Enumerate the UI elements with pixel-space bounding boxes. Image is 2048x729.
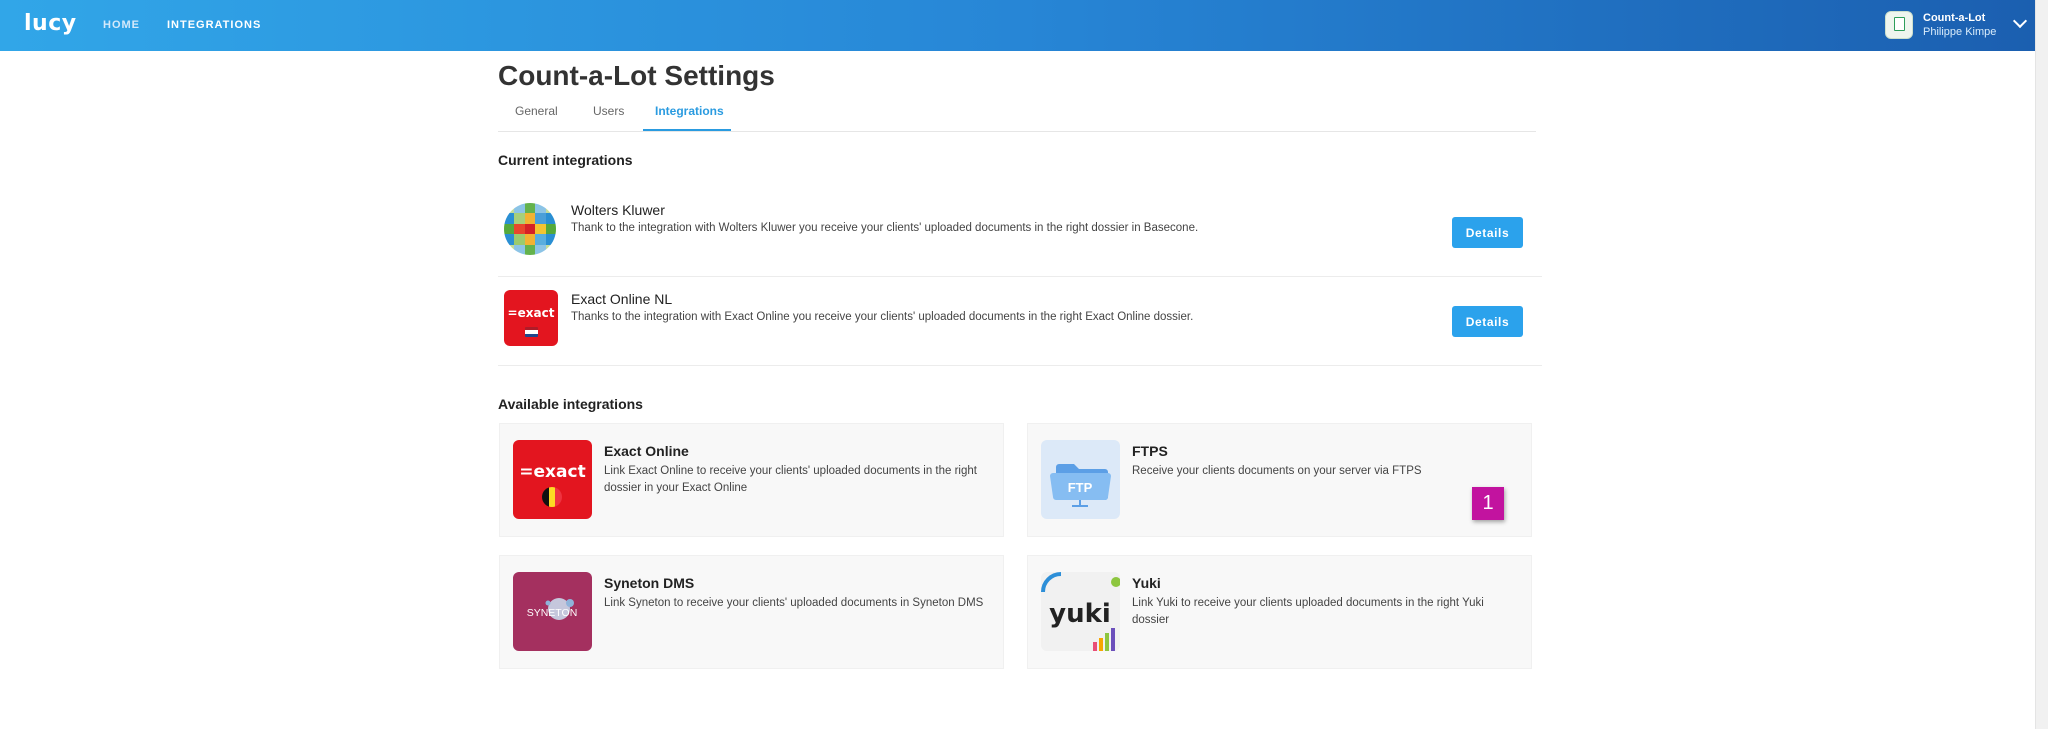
account-menu[interactable]: Count-a-Lot Philippe Kimpe xyxy=(1885,11,2028,41)
settings-tabs: General Users Integrations xyxy=(498,96,1536,132)
yuki-logo: yuki xyxy=(1041,572,1120,651)
chevron-down-icon[interactable] xyxy=(2012,13,2028,29)
card-description: Receive your clients documents on your s… xyxy=(1132,465,1422,477)
svg-text:yuki: yuki xyxy=(1049,599,1111,629)
wolters-kluwer-logo xyxy=(504,201,558,257)
integration-card-syneton-dms[interactable]: SYNETON Syneton DMS Link Syneton to rece… xyxy=(499,555,1004,669)
exact-online-be-logo: =exact xyxy=(513,440,592,519)
integration-card-yuki[interactable]: yuki Yuki Link Yuki to receive your clie… xyxy=(1027,555,1532,669)
card-description: Link Syneton to receive your clients' up… xyxy=(604,597,984,609)
account-company-name: Count-a-Lot xyxy=(1923,12,1986,24)
tab-users[interactable]: Users xyxy=(593,104,624,118)
account-avatar xyxy=(1885,11,1913,39)
card-description: Link Exact Online to receive your client… xyxy=(604,465,977,494)
exact-online-nl-logo: =exact xyxy=(504,290,558,346)
annotation-badge: 1 xyxy=(1472,487,1504,520)
integration-name: Exact Online NL xyxy=(571,291,673,307)
belgium-flag-icon xyxy=(542,487,562,507)
integration-row-wolters-kluwer: Wolters Kluwer Thank to the integration … xyxy=(498,189,1542,277)
integration-row-exact-online-nl: =exact Exact Online NL Thanks to the int… xyxy=(498,278,1542,366)
svg-text:FTP: FTP xyxy=(1068,480,1093,495)
card-title: FTPS xyxy=(1132,443,1168,459)
details-button-wolters-kluwer[interactable]: Details xyxy=(1452,217,1523,248)
page-title: Count-a-Lot Settings xyxy=(498,60,775,91)
integration-card-ftps[interactable]: FTP FTPS Receive your clients documents … xyxy=(1027,423,1532,537)
active-tab-indicator xyxy=(643,129,731,131)
netherlands-flag-icon xyxy=(525,327,538,337)
account-user-name: Philippe Kimpe xyxy=(1923,26,1997,38)
card-description: Link Yuki to receive your clients upload… xyxy=(1132,597,1484,626)
details-button-exact-online-nl[interactable]: Details xyxy=(1452,306,1523,337)
available-integrations-heading: Available integrations xyxy=(498,396,643,412)
lucy-logo[interactable]: lucy xyxy=(24,11,77,36)
ftp-folder-icon: FTP xyxy=(1041,440,1120,519)
page-scrollbar[interactable] xyxy=(2035,0,2048,729)
nav-integrations-link[interactable]: INTEGRATIONS xyxy=(167,19,261,31)
nav-home-link[interactable]: HOME xyxy=(103,19,140,31)
top-navigation-bar: lucy HOME INTEGRATIONS Count-a-Lot Phili… xyxy=(0,0,2035,51)
integration-card-exact-online[interactable]: =exact Exact Online Link Exact Online to… xyxy=(499,423,1004,537)
svg-text:SYNETON: SYNETON xyxy=(527,607,578,619)
integration-description: Thanks to the integration with Exact Onl… xyxy=(571,311,1194,323)
current-integrations-heading: Current integrations xyxy=(498,152,633,168)
card-title: Exact Online xyxy=(604,443,689,459)
card-title: Syneton DMS xyxy=(604,575,695,591)
syneton-logo: SYNETON xyxy=(513,572,592,651)
card-title: Yuki xyxy=(1132,575,1161,591)
tab-integrations[interactable]: Integrations xyxy=(655,104,724,118)
integration-name: Wolters Kluwer xyxy=(571,202,665,218)
tab-general[interactable]: General xyxy=(515,104,558,118)
integration-description: Thank to the integration with Wolters Kl… xyxy=(571,222,1199,234)
